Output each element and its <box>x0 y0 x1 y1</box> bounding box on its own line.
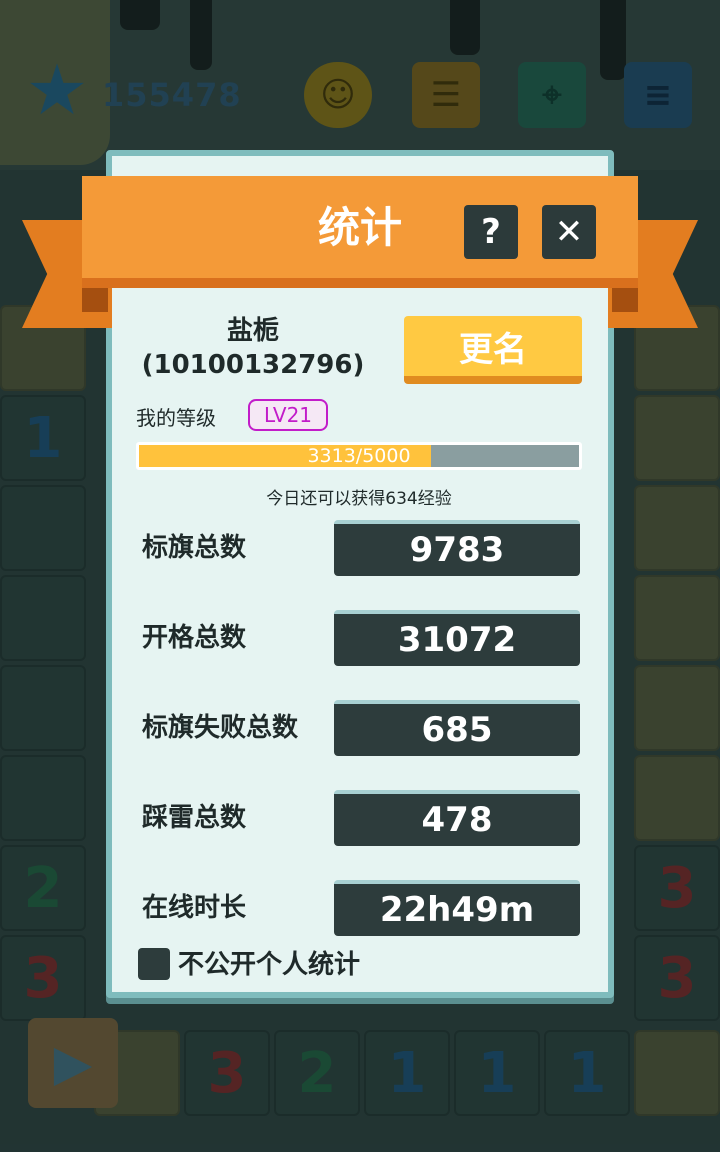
stat-label-mines-hit: 踩雷总数 <box>142 803 247 833</box>
dialog-title: 统计 <box>317 203 402 252</box>
xp-progress-bar: 3313/5000 <box>136 442 582 470</box>
stat-label-online-time: 在线时长 <box>142 893 247 923</box>
player-info: 盐栀 (10100132796) <box>140 314 366 382</box>
xp-daily-note: 今日还可以获得634经验 <box>266 489 452 509</box>
xp-progress-text: 3313/5000 <box>307 445 411 467</box>
help-button[interactable]: ? <box>464 205 518 259</box>
rename-button[interactable]: 更名 <box>404 316 582 384</box>
stat-value-flag-fails: 685 <box>334 700 580 756</box>
level-label: 我的等级 <box>136 406 216 430</box>
close-icon: ✕ <box>554 212 584 252</box>
player-name: 盐栀 <box>226 316 279 346</box>
stat-value-opened: 31072 <box>334 610 580 666</box>
stat-value-online-time: 22h49m <box>334 880 580 936</box>
stat-label-flag-fails: 标旗失败总数 <box>142 713 299 743</box>
close-button[interactable]: ✕ <box>542 205 596 259</box>
stat-label-flags: 标旗总数 <box>142 533 247 563</box>
stat-value-flags: 9783 <box>334 520 580 576</box>
stat-value-mines-hit: 478 <box>334 790 580 846</box>
ribbon-fold <box>612 288 638 312</box>
level-badge: LV21 <box>248 399 328 431</box>
ribbon-fold <box>82 288 108 312</box>
private-stats-label[interactable]: 不公开个人统计 <box>178 944 360 981</box>
private-stats-checkbox[interactable] <box>138 948 170 980</box>
help-icon: ? <box>481 212 501 252</box>
stat-label-opened: 开格总数 <box>142 623 247 653</box>
player-id: (10100132796) <box>141 350 365 380</box>
